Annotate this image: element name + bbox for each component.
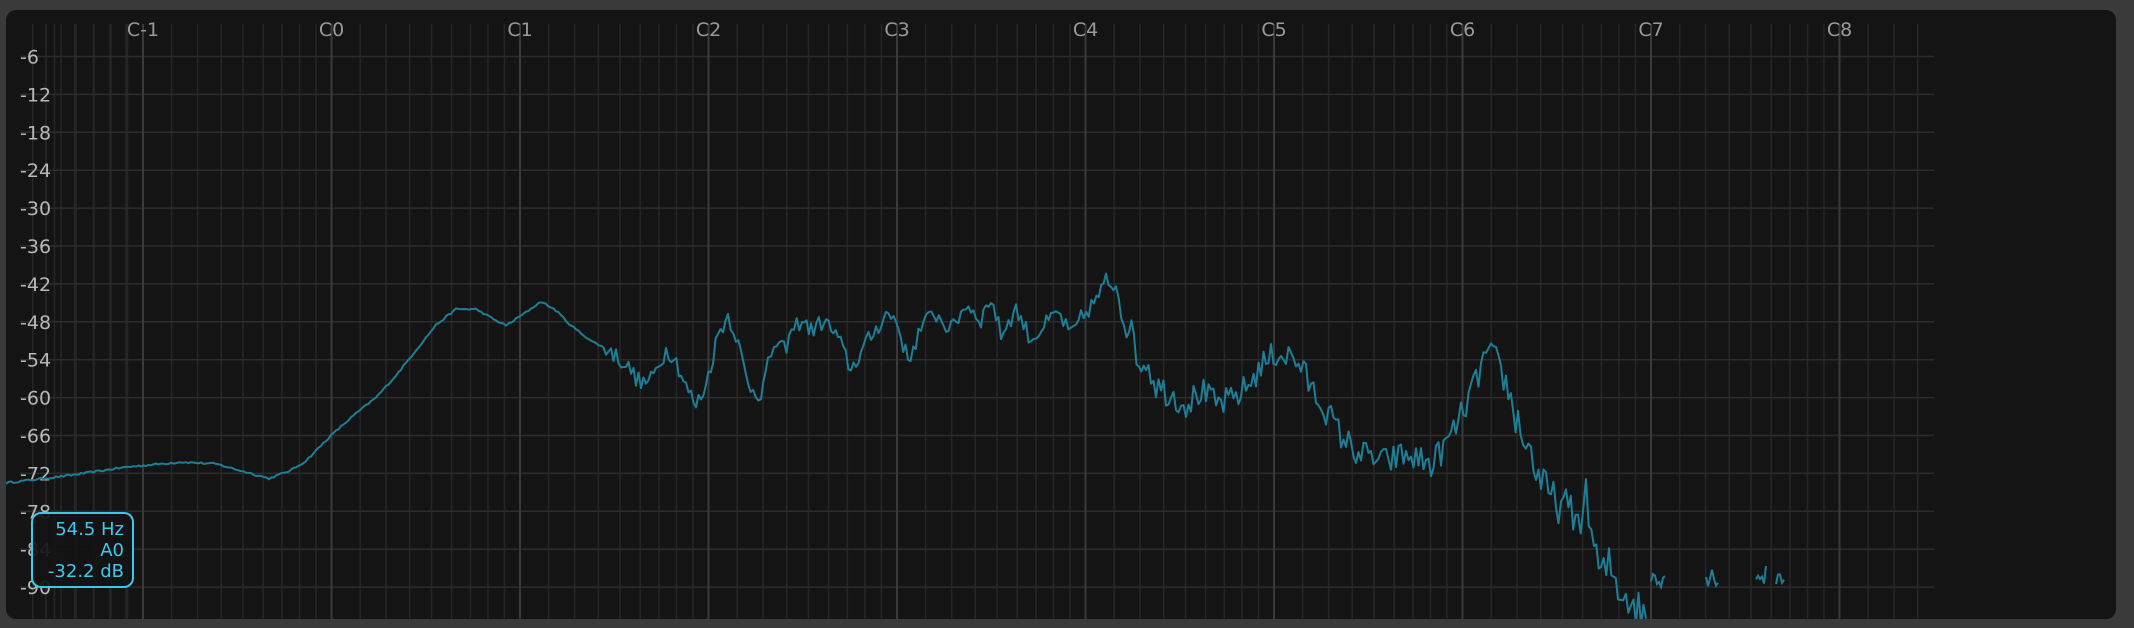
note-label: C8 xyxy=(1827,19,1852,41)
note-label: C4 xyxy=(1073,19,1098,41)
readout-level: -32.2 dB xyxy=(47,561,124,582)
readout-note: A0 xyxy=(100,540,124,561)
cursor-readout: 54.5 Hz A0 -32.2 dB xyxy=(31,512,134,588)
note-label: C3 xyxy=(884,19,909,41)
db-label: -24 xyxy=(20,160,51,182)
spectrum-trace xyxy=(1705,569,1719,588)
db-label: -12 xyxy=(20,84,51,106)
db-label: -48 xyxy=(20,312,51,334)
db-label: -66 xyxy=(20,426,51,448)
db-label: -6 xyxy=(20,47,39,69)
note-label: C6 xyxy=(1450,19,1475,41)
note-label: C1 xyxy=(507,19,532,41)
spectrum-trace xyxy=(1650,572,1666,591)
db-label: -18 xyxy=(20,122,51,144)
spectrum-analyzer[interactable]: C-1 C0 C1 C2 C3 C4 C5 C6 C7 C8 -6 -12 -18 -24 -30 -36 -… xyxy=(6,10,2116,619)
db-label: -36 xyxy=(20,236,51,258)
note-label: C2 xyxy=(696,19,721,41)
db-label: -60 xyxy=(20,388,51,410)
spectrum-trace xyxy=(1755,565,1767,584)
readout-frequency: 54.5 Hz xyxy=(55,519,124,540)
note-label: C7 xyxy=(1638,19,1663,41)
db-label: -72 xyxy=(20,463,51,485)
note-label: C5 xyxy=(1261,19,1286,41)
db-label: -42 xyxy=(20,274,51,296)
spectrum-trace xyxy=(1775,573,1785,586)
note-label: C0 xyxy=(319,19,344,41)
spectrum-trace xyxy=(6,272,1647,619)
note-label: C-1 xyxy=(127,19,159,41)
db-gridlines xyxy=(20,55,1934,588)
spectrum-display[interactable]: C-1 C0 C1 C2 C3 C4 C5 C6 C7 C8 -6 -12 -18 -24 -30 -36 -… xyxy=(6,10,2116,619)
db-label: -30 xyxy=(20,198,51,220)
db-label: -54 xyxy=(20,350,51,372)
